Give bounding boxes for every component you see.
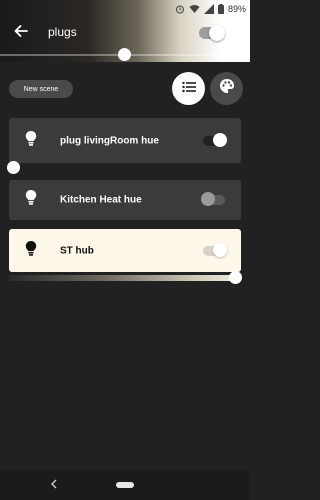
battery-level: 89% [227,4,246,14]
light-card[interactable]: ST hub [9,229,241,272]
wifi-icon [189,4,200,14]
status-bar: 89% [175,2,246,16]
light-toggle[interactable] [203,132,227,147]
bulb-icon [25,240,37,261]
signal-icon [203,4,214,14]
nav-back-icon [51,476,57,494]
navigation-bar [0,470,250,500]
header: 89% plugs [0,0,250,62]
light-name: Kitchen Heat hue [60,194,142,206]
back-button[interactable] [10,23,32,43]
bulb-icon [25,130,37,151]
toggle-knob [213,132,227,147]
palette-view-button[interactable] [210,72,243,105]
group-toggle[interactable] [199,25,225,41]
list-icon [181,80,196,98]
light-brightness-slider[interactable] [7,161,241,174]
group-brightness-slider[interactable] [0,48,250,61]
slider-knob[interactable] [7,161,20,174]
light-toggle[interactable] [201,192,225,206]
list-view-button[interactable] [172,72,205,105]
nav-home-icon[interactable] [116,482,134,488]
light-brightness-slider[interactable] [9,271,242,284]
alarm-icon [175,4,185,14]
light-name: plug livingRoom hue [60,135,159,146]
new-scene-button[interactable]: New scene [9,80,73,98]
light-name: ST hub [60,245,94,256]
slider-knob[interactable] [229,271,242,284]
bulb-icon [25,190,37,211]
nav-back-button[interactable] [48,478,60,492]
back-arrow-icon [14,24,28,42]
page-title: plugs [48,25,77,39]
light-card[interactable]: plug livingRoom hue [9,118,241,163]
light-card[interactable]: Kitchen Heat hue [9,180,241,220]
palette-icon [219,78,235,99]
toggle-knob [213,242,227,257]
light-toggle[interactable] [203,242,227,257]
battery-icon [217,4,224,14]
toggle-knob [209,25,225,41]
slider-knob[interactable] [118,48,131,61]
toggle-knob [201,192,215,206]
